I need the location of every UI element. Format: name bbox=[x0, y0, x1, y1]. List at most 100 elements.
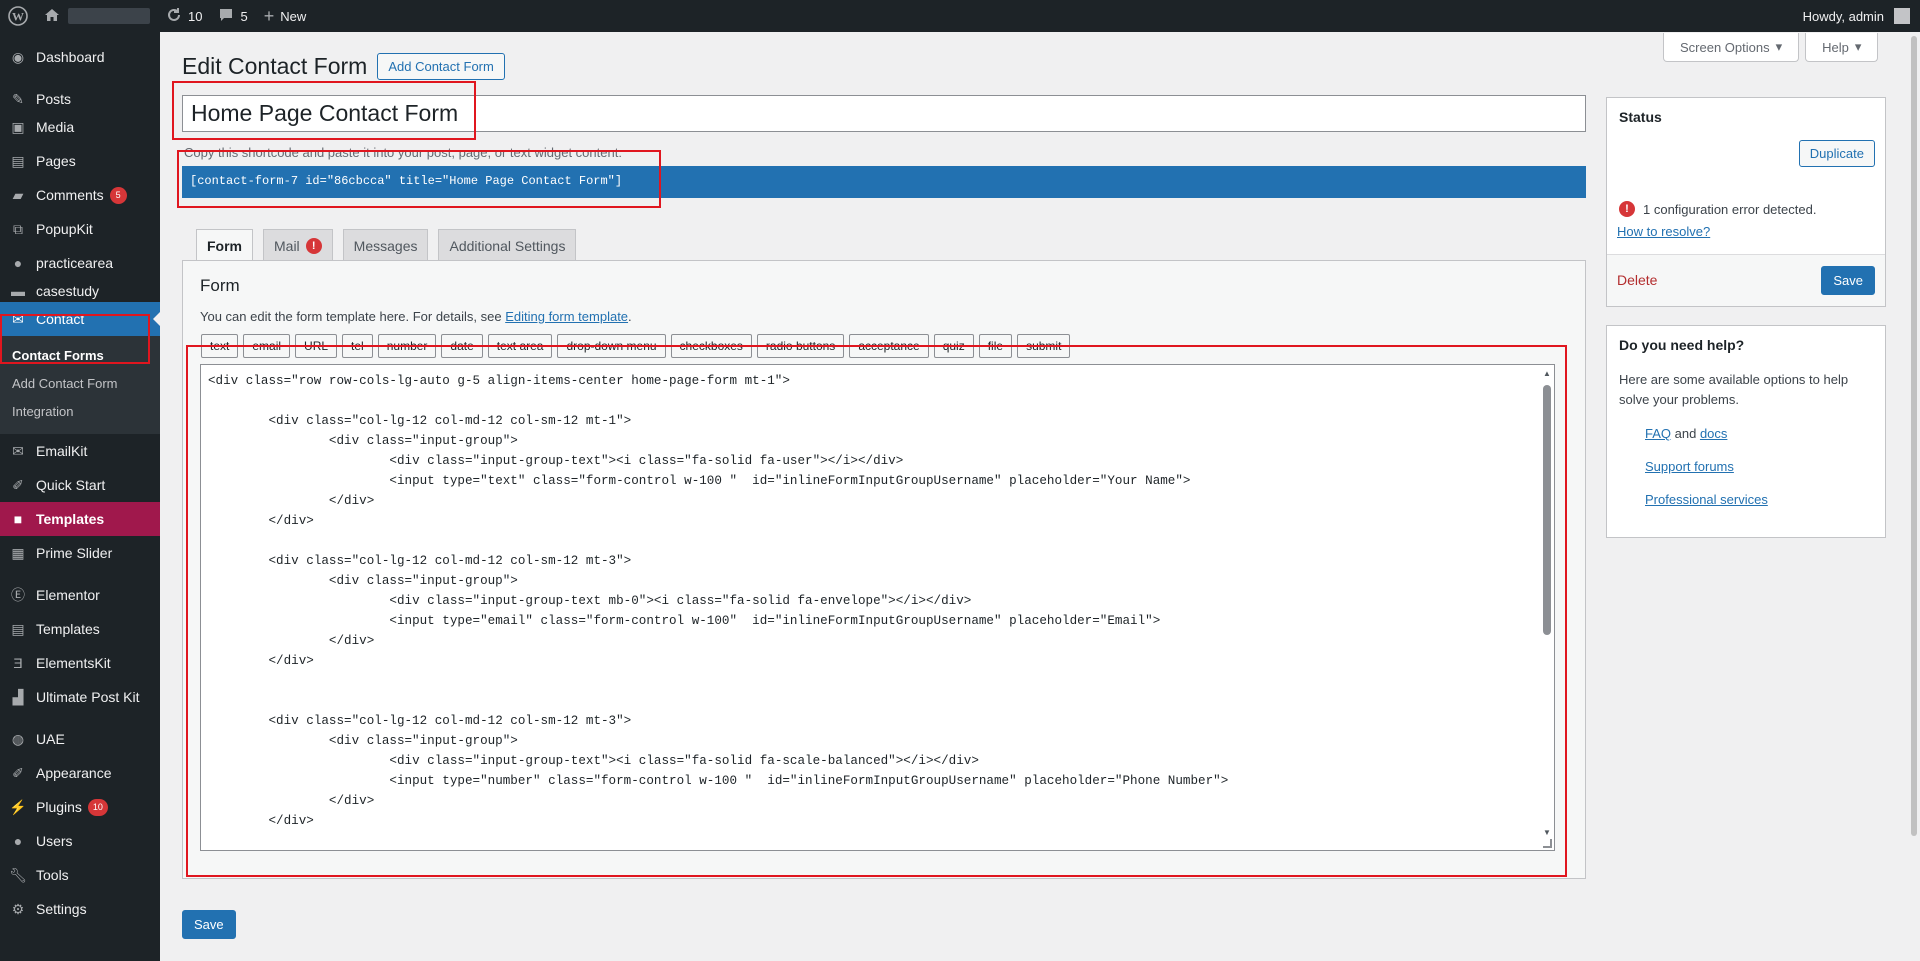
tab-form[interactable]: Form bbox=[196, 229, 253, 262]
tag-button-quiz[interactable]: quiz bbox=[933, 334, 974, 358]
new-content-link[interactable]: + New bbox=[256, 0, 315, 32]
how-to-resolve-link[interactable]: How to resolve? bbox=[1617, 224, 1710, 239]
menu-templates-2[interactable]: ▤ Templates bbox=[0, 612, 160, 646]
help-button[interactable]: Help ▾ bbox=[1805, 33, 1879, 62]
wrench-icon: 🔧︎ bbox=[9, 866, 27, 883]
postkit-icon: ▟ bbox=[12, 688, 24, 705]
mail-icon: ✉ bbox=[12, 310, 24, 327]
menu-dashboard[interactable]: ◉ Dashboard bbox=[0, 40, 160, 74]
status-save-button[interactable]: Save bbox=[1821, 266, 1875, 295]
form-section-title: Form bbox=[200, 276, 240, 295]
menu-appearance[interactable]: ✐ Appearance bbox=[0, 756, 160, 790]
menu-plugins[interactable]: ⚡ Plugins 10 bbox=[0, 790, 160, 824]
menu-emailkit[interactable]: ✉ EmailKit bbox=[0, 434, 160, 468]
pages-icon: ▤ bbox=[11, 152, 25, 169]
tag-button-checkboxes[interactable]: checkboxes bbox=[670, 334, 752, 358]
form-title-input[interactable]: Home Page Contact Form bbox=[182, 95, 1586, 132]
tag-button-email[interactable]: email bbox=[243, 334, 291, 358]
menu-contact[interactable]: ✉ Contact bbox=[0, 302, 161, 336]
tab-mail[interactable]: Mail! bbox=[263, 229, 333, 261]
scroll-up-icon[interactable]: ▲ bbox=[1543, 369, 1551, 378]
shortcode-note: Copy this shortcode and paste it into yo… bbox=[184, 145, 622, 160]
faq-link[interactable]: FAQ bbox=[1645, 426, 1671, 441]
folder-icon: ▤ bbox=[11, 620, 25, 637]
brush-icon: ✐ bbox=[12, 764, 24, 781]
submenu-contact-forms[interactable]: Contact Forms bbox=[0, 342, 160, 370]
user-icon: ● bbox=[13, 255, 23, 271]
submenu-add-contact-form[interactable]: Add Contact Form bbox=[0, 370, 160, 398]
resize-handle[interactable] bbox=[1543, 839, 1552, 848]
menu-templates-1[interactable]: ■ Templates bbox=[0, 502, 160, 536]
menu-ultimate-post-kit[interactable]: ▟ Ultimate Post Kit bbox=[0, 680, 160, 714]
tag-button-url[interactable]: URL bbox=[295, 334, 338, 358]
tag-button-date[interactable]: date bbox=[441, 334, 483, 358]
menu-tools[interactable]: 🔧︎ Tools bbox=[0, 858, 160, 892]
updates-count: 10 bbox=[188, 8, 203, 24]
page-scrollbar[interactable] bbox=[1908, 32, 1920, 961]
duplicate-button[interactable]: Duplicate bbox=[1798, 140, 1875, 167]
admin-bar: W 10 5 + New Howdy, admin bbox=[0, 0, 1920, 32]
tag-button-dropdown[interactable]: drop-down menu bbox=[557, 334, 666, 358]
menu-casestudy[interactable]: ▬ casestudy bbox=[0, 280, 160, 302]
updates-link[interactable]: 10 bbox=[158, 0, 210, 32]
tag-button-textarea[interactable]: text area bbox=[487, 334, 553, 358]
delete-link[interactable]: Delete bbox=[1617, 272, 1657, 288]
wordpress-logo-icon[interactable]: W bbox=[0, 0, 36, 32]
tag-button-text[interactable]: text bbox=[201, 334, 239, 358]
tag-button-number[interactable]: number bbox=[377, 334, 437, 358]
menu-quick-start[interactable]: ✐ Quick Start bbox=[0, 468, 160, 502]
scrollbar-thumb[interactable] bbox=[1543, 385, 1551, 635]
shortcode-field[interactable]: [contact-form-7 id="86cbcca" title="Home… bbox=[182, 166, 1586, 198]
tag-button-acceptance[interactable]: acceptance bbox=[849, 334, 929, 358]
svg-text:W: W bbox=[12, 10, 24, 24]
editing-form-template-link[interactable]: Editing form template bbox=[505, 309, 628, 324]
page-title-row: Edit Contact Form Add Contact Form bbox=[182, 53, 505, 80]
plus-icon: + bbox=[263, 6, 275, 26]
support-forums-link[interactable]: Support forums bbox=[1645, 459, 1734, 474]
scroll-down-icon[interactable]: ▼ bbox=[1543, 828, 1551, 837]
screen-options-button[interactable]: Screen Options ▾ bbox=[1663, 33, 1800, 62]
menu-pages[interactable]: ▤ Pages bbox=[0, 144, 160, 178]
dashboard-icon: ◉ bbox=[11, 48, 25, 65]
tab-messages[interactable]: Messages bbox=[342, 229, 429, 261]
folder-icon: ▬ bbox=[11, 283, 25, 299]
menu-elementskit[interactable]: Ǝ ElementsKit bbox=[0, 646, 160, 680]
professional-services-link[interactable]: Professional services bbox=[1645, 492, 1768, 507]
menu-settings[interactable]: ⚙ Settings bbox=[0, 892, 160, 926]
error-icon: ! bbox=[1619, 201, 1635, 217]
tab-additional-settings[interactable]: Additional Settings bbox=[438, 229, 577, 261]
menu-elementor[interactable]: Ⓔ Elementor bbox=[0, 578, 160, 612]
site-name-blurred bbox=[68, 8, 150, 24]
menu-popupkit[interactable]: ⧉ PopupKit bbox=[0, 212, 160, 246]
new-label: New bbox=[280, 8, 307, 24]
site-home-link[interactable] bbox=[36, 0, 158, 32]
tag-button-file[interactable]: file bbox=[978, 334, 1013, 358]
plugin-icon: ⚡ bbox=[9, 798, 27, 815]
docs-link[interactable]: docs bbox=[1700, 426, 1727, 441]
form-template-textarea[interactable]: <div class="row row-cols-lg-auto g-5 ali… bbox=[200, 364, 1555, 851]
my-account[interactable]: Howdy, admin bbox=[1803, 8, 1920, 24]
tag-button-tel[interactable]: tel bbox=[342, 334, 373, 358]
submenu-integration[interactable]: Integration bbox=[0, 398, 160, 426]
admin-sidebar: ◉ Dashboard ✎ Posts ▣ Media ▤ Pages ▰ Comment… bbox=[0, 32, 161, 961]
add-contact-form-button[interactable]: Add Contact Form bbox=[377, 53, 505, 80]
textarea-scrollbar[interactable]: ▲ ▼ bbox=[1542, 369, 1552, 847]
menu-practicearea[interactable]: ● practicearea bbox=[0, 246, 160, 280]
plugins-badge: 10 bbox=[87, 798, 108, 816]
menu-comments[interactable]: ▰ Comments 5 bbox=[0, 178, 160, 212]
menu-prime-slider[interactable]: ▦ Prime Slider bbox=[0, 536, 160, 570]
menu-uae[interactable]: ◍ UAE bbox=[0, 722, 160, 756]
menu-media[interactable]: ▣ Media bbox=[0, 110, 160, 144]
page-scrollbar-thumb[interactable] bbox=[1911, 36, 1917, 836]
comments-link[interactable]: 5 bbox=[210, 0, 255, 32]
tag-button-radio[interactable]: radio buttons bbox=[756, 334, 845, 358]
tag-generator-buttons: text email URL tel number date text area… bbox=[201, 334, 1071, 358]
caret-down-icon: ▾ bbox=[1854, 39, 1862, 54]
menu-users[interactable]: ● Users bbox=[0, 824, 160, 858]
status-title: Status bbox=[1619, 109, 1662, 125]
config-error: ! 1 configuration error detected. bbox=[1619, 201, 1816, 217]
tag-button-submit[interactable]: submit bbox=[1017, 334, 1071, 358]
elementskit-icon: Ǝ bbox=[13, 655, 23, 671]
form-panel: Form You can edit the form template here… bbox=[182, 260, 1586, 879]
save-button[interactable]: Save bbox=[182, 910, 236, 939]
